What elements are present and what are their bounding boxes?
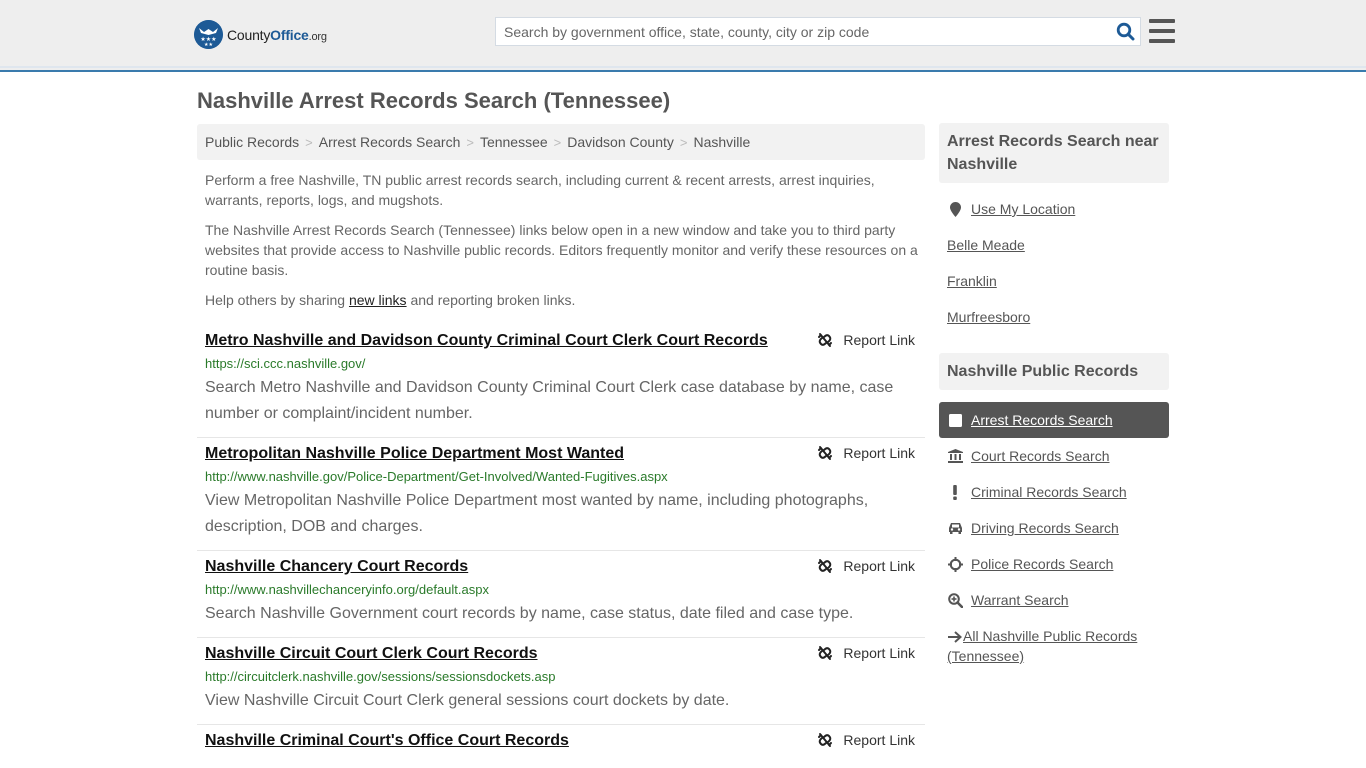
sidebar-link-warrant-search[interactable]: Warrant Search	[971, 592, 1069, 608]
breadcrumb-public-records[interactable]: Public Records	[205, 134, 299, 150]
nearby-list: Use My Location Belle Meade Franklin Mur…	[939, 183, 1169, 339]
nearby-place-item: Murfreesboro	[939, 299, 1169, 335]
result-title-link[interactable]: Nashville Chancery Court Records	[205, 557, 468, 577]
result-description: Search Nashville Government court record…	[205, 605, 854, 622]
breadcrumb-separator: >	[305, 134, 313, 150]
courthouse-icon	[947, 449, 963, 463]
sidebar-link-police-records[interactable]: Police Records Search	[971, 556, 1113, 572]
intro-text: Perform a free Nashville, TN public arre…	[205, 170, 920, 320]
result-url: https://sci.ccc.nashville.gov/	[205, 356, 366, 371]
report-link-button[interactable]: Report Link	[817, 558, 915, 574]
result-title-link[interactable]: Nashville Criminal Court's Office Court …	[205, 731, 569, 751]
public-records-heading: Nashville Public Records	[939, 353, 1169, 390]
page-title: Nashville Arrest Records Search (Tenness…	[197, 88, 671, 113]
nearby-heading: Arrest Records Search near Nashville	[939, 123, 1169, 183]
broken-link-icon	[818, 333, 833, 347]
result-url: http://circuitclerk.nashville.gov/sessio…	[205, 669, 556, 684]
crosshair-icon	[947, 556, 963, 572]
result-url: http://www.nashvillechanceryinfo.org/def…	[205, 582, 489, 597]
use-my-location-link[interactable]: Use My Location	[971, 201, 1075, 217]
new-links-link[interactable]: new links	[349, 292, 407, 308]
search-button[interactable]	[1110, 18, 1140, 45]
broken-link-icon	[818, 733, 833, 747]
logo-text: CountyOffice.org	[227, 26, 327, 43]
intro-paragraph-3: Help others by sharing new links and rep…	[205, 292, 576, 308]
result-item: Metropolitan Nashville Police Department…	[197, 438, 925, 551]
intro-paragraph-2: The Nashville Arrest Records Search (Ten…	[205, 222, 918, 278]
site-header: ★★★ ★★ CountyOffice.org	[0, 0, 1366, 72]
exclamation-icon	[947, 484, 963, 500]
nearby-place-link-belle-meade[interactable]: Belle Meade	[947, 237, 1025, 253]
broken-link-icon	[818, 446, 833, 460]
sidebar-link-court-records[interactable]: Court Records Search	[971, 448, 1110, 464]
sidebar-item-warrant-search[interactable]: Warrant Search	[939, 582, 1169, 618]
breadcrumb-davidson-county[interactable]: Davidson County	[567, 134, 674, 150]
result-description: Search Metro Nashville and Davidson Coun…	[205, 379, 894, 422]
result-description: View Metropolitan Nashville Police Depar…	[205, 492, 869, 535]
sidebar-item-criminal-records[interactable]: Criminal Records Search	[939, 474, 1169, 510]
result-title-link[interactable]: Nashville Circuit Court Clerk Court Reco…	[205, 644, 538, 664]
eagle-logo-icon: ★★★ ★★	[194, 20, 223, 49]
map-marker-icon	[947, 201, 963, 217]
result-description: View Nashville Circuit Court Clerk gener…	[205, 692, 730, 709]
hamburger-menu-icon-bar	[1149, 29, 1175, 33]
search-icon	[1116, 22, 1134, 41]
sidebar-link-criminal-records[interactable]: Criminal Records Search	[971, 484, 1127, 500]
search-input[interactable]	[496, 18, 1110, 45]
nearby-place-item: Belle Meade	[939, 227, 1169, 263]
search-bar	[495, 17, 1141, 46]
nearby-place-link-franklin[interactable]: Franklin	[947, 273, 997, 289]
square-icon	[947, 413, 963, 427]
car-icon	[947, 522, 963, 534]
result-item: Metro Nashville and Davidson County Crim…	[197, 325, 925, 438]
site-logo[interactable]: ★★★ ★★ CountyOffice.org	[194, 20, 327, 49]
breadcrumb-tennessee[interactable]: Tennessee	[480, 134, 548, 150]
sidebar-item-police-records[interactable]: Police Records Search	[939, 546, 1169, 582]
sidebar-link-driving-records[interactable]: Driving Records Search	[971, 520, 1119, 536]
sidebar-item-driving-records[interactable]: Driving Records Search	[939, 510, 1169, 546]
sidebar: Arrest Records Search near Nashville Use…	[939, 123, 1169, 670]
report-link-button[interactable]: Report Link	[817, 445, 915, 461]
breadcrumb-nashville[interactable]: Nashville	[693, 134, 750, 150]
hamburger-menu-button[interactable]	[1149, 19, 1175, 43]
sidebar-item-arrest-records[interactable]: Arrest Records Search	[939, 402, 1169, 438]
use-my-location-item: Use My Location	[939, 191, 1169, 227]
intro-paragraph-1: Perform a free Nashville, TN public arre…	[205, 172, 875, 208]
sidebar-item-court-records[interactable]: Court Records Search	[939, 438, 1169, 474]
result-title-link[interactable]: Metropolitan Nashville Police Department…	[205, 444, 624, 464]
result-url: http://www.nashville.gov/Police-Departme…	[205, 469, 668, 484]
breadcrumb-separator: >	[679, 134, 688, 150]
nearby-place-item: Franklin	[939, 263, 1169, 299]
sidebar-link-all-public-records[interactable]: All Nashville Public Records (Tennessee)	[947, 628, 1137, 664]
hamburger-menu-icon-bar	[1149, 39, 1175, 43]
breadcrumb: Public Records > Arrest Records Search >…	[197, 124, 925, 160]
result-item: Nashville Chancery Court Records Report …	[197, 551, 925, 638]
result-item: Nashville Criminal Court's Office Court …	[197, 725, 925, 761]
broken-link-icon	[818, 559, 833, 573]
breadcrumb-arrest-records-search[interactable]: Arrest Records Search	[319, 134, 461, 150]
result-title-link[interactable]: Metro Nashville and Davidson County Crim…	[205, 331, 768, 351]
report-link-button[interactable]: Report Link	[817, 732, 915, 748]
hamburger-menu-icon-bar	[1149, 19, 1175, 23]
svg-text:★★: ★★	[204, 42, 213, 48]
results-list: Metro Nashville and Davidson County Crim…	[197, 325, 925, 761]
public-records-list: Arrest Records Search Court Records Sear…	[939, 390, 1169, 670]
result-item: Nashville Circuit Court Clerk Court Reco…	[197, 638, 925, 725]
broken-link-icon	[818, 646, 833, 660]
breadcrumb-separator: >	[466, 134, 474, 150]
zoom-in-icon	[947, 592, 963, 608]
sidebar-link-arrest-records[interactable]: Arrest Records Search	[971, 412, 1113, 428]
breadcrumb-separator: >	[553, 134, 562, 150]
report-link-button[interactable]: Report Link	[817, 332, 915, 348]
sidebar-item-all-public-records[interactable]: All Nashville Public Records (Tennessee)	[939, 618, 1169, 666]
nearby-place-link-murfreesboro[interactable]: Murfreesboro	[947, 309, 1030, 325]
arrow-right-icon	[947, 631, 963, 644]
report-link-button[interactable]: Report Link	[817, 645, 915, 661]
